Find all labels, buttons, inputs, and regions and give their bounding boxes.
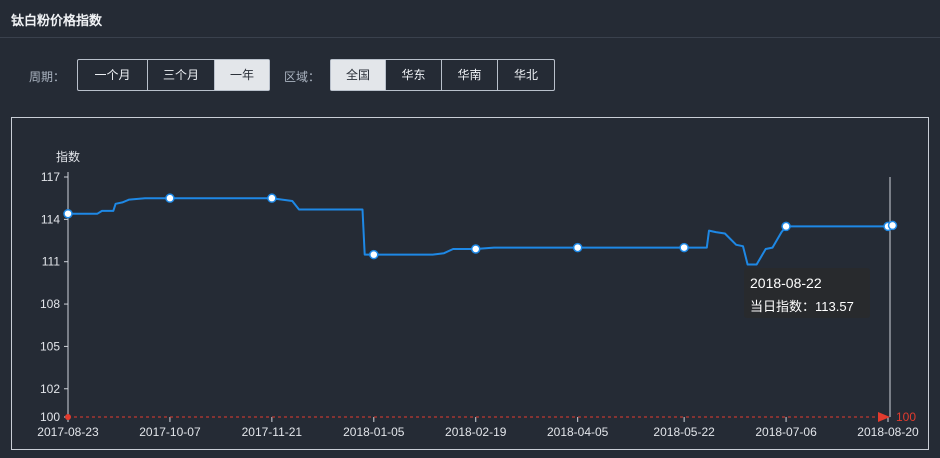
baseline-label: 100 [896,410,916,424]
x-tick-label: 2018-05-22 [653,425,715,439]
tooltip-date: 2018-08-22 [750,275,822,291]
y-tick-label: 108 [40,297,60,311]
baseline: 100 [65,410,916,424]
data-point [165,193,175,203]
y-tick-label: 111 [42,255,61,269]
data-point [470,244,481,254]
x-tick-label: 2018-02-19 [445,425,507,439]
data-point [679,242,689,253]
y-tick-label: 105 [40,339,60,353]
x-tick-label: 2017-08-23 [37,425,99,439]
data-point [267,193,277,203]
x-tick-label: 2017-11-21 [242,425,303,439]
x-tick-label: 2017-10-07 [139,425,201,439]
price-index-chart: 指数 100102105108111114117 2017-08-23 2017-… [37,149,919,439]
x-tick-label: 2018-07-06 [755,425,817,439]
series-line [68,197,893,266]
data-point [887,220,898,231]
x-tick-label: 2018-04-05 [547,425,609,439]
data-point [781,221,791,232]
markers [63,193,898,260]
y-tick-label: 100 [40,410,60,424]
tooltip-value: 当日指数：113.57 [750,299,854,314]
y-tick-label: 102 [40,382,60,396]
data-point [369,249,379,260]
y-axis-label: 指数 [56,149,80,164]
y-tick-label: 114 [41,212,60,226]
x-ticks: 2017-08-23 2017-10-07 2017-11-21 2018-01-05… [37,417,919,439]
series [68,197,893,266]
tooltip: 2018-08-22 当日指数：113.57 [744,268,870,318]
y-tick-label: 117 [41,170,60,184]
x-tick-label: 2018-01-05 [343,425,405,439]
data-point [572,242,583,253]
data-point [63,208,73,219]
y-ticks: 100 102 105 108 111 114 117 [40,170,68,424]
x-tick-label: 2018-08-20 [857,425,919,439]
baseline-start-marker [65,414,71,420]
